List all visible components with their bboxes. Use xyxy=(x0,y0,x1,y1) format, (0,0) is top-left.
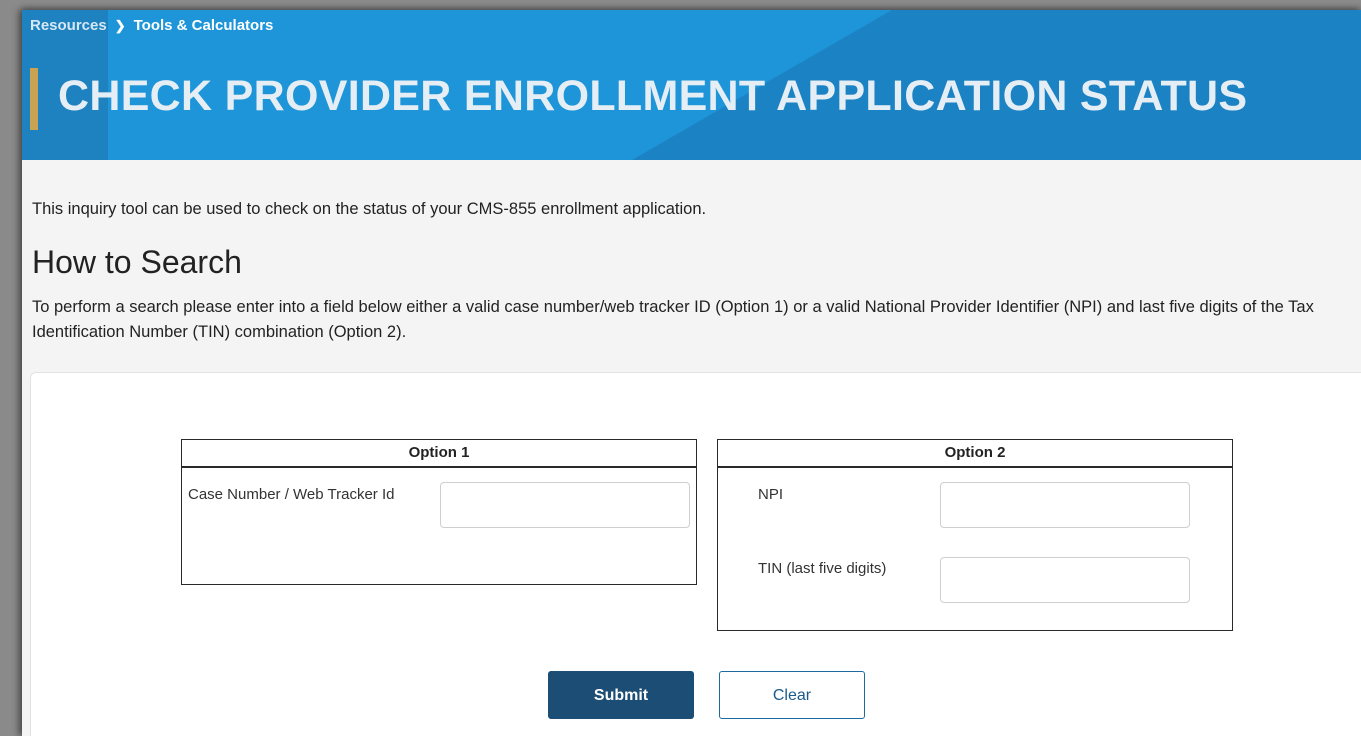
title-accent-bar xyxy=(30,68,38,130)
option2-box: Option 2 NPI TIN (last five digits) xyxy=(717,439,1233,631)
how-to-search-heading: How to Search xyxy=(32,244,242,280)
tin-input[interactable] xyxy=(940,557,1190,603)
clear-button[interactable]: Clear xyxy=(719,671,865,719)
how-to-search-text: To perform a search please enter into a … xyxy=(32,298,1314,341)
submit-button[interactable]: Submit xyxy=(548,671,694,719)
tin-label: TIN (last five digits) xyxy=(758,560,887,577)
option2-heading: Option 2 xyxy=(718,440,1232,468)
intro-text: This inquiry tool can be used to check o… xyxy=(32,200,707,218)
breadcrumb-resources-link[interactable]: Resources xyxy=(30,17,107,34)
option1-box: Option 1 Case Number / Web Tracker Id xyxy=(181,439,697,585)
npi-input[interactable] xyxy=(940,482,1190,528)
page: Resources ❯ Tools & Calculators CHECK PR… xyxy=(22,10,1361,736)
page-banner: Resources ❯ Tools & Calculators CHECK PR… xyxy=(22,10,1361,160)
case-number-label: Case Number / Web Tracker Id xyxy=(188,486,395,503)
breadcrumb-tools-link[interactable]: Tools & Calculators xyxy=(134,17,274,34)
option1-heading: Option 1 xyxy=(182,440,696,468)
breadcrumb: Resources ❯ Tools & Calculators xyxy=(30,17,273,34)
search-form-panel: Option 1 Case Number / Web Tracker Id Op… xyxy=(30,372,1361,736)
page-title: CHECK PROVIDER ENROLLMENT APPLICATION ST… xyxy=(58,72,1248,120)
case-number-input[interactable] xyxy=(440,482,690,528)
npi-label: NPI xyxy=(758,486,784,503)
chevron-right-icon: ❯ xyxy=(114,17,126,33)
